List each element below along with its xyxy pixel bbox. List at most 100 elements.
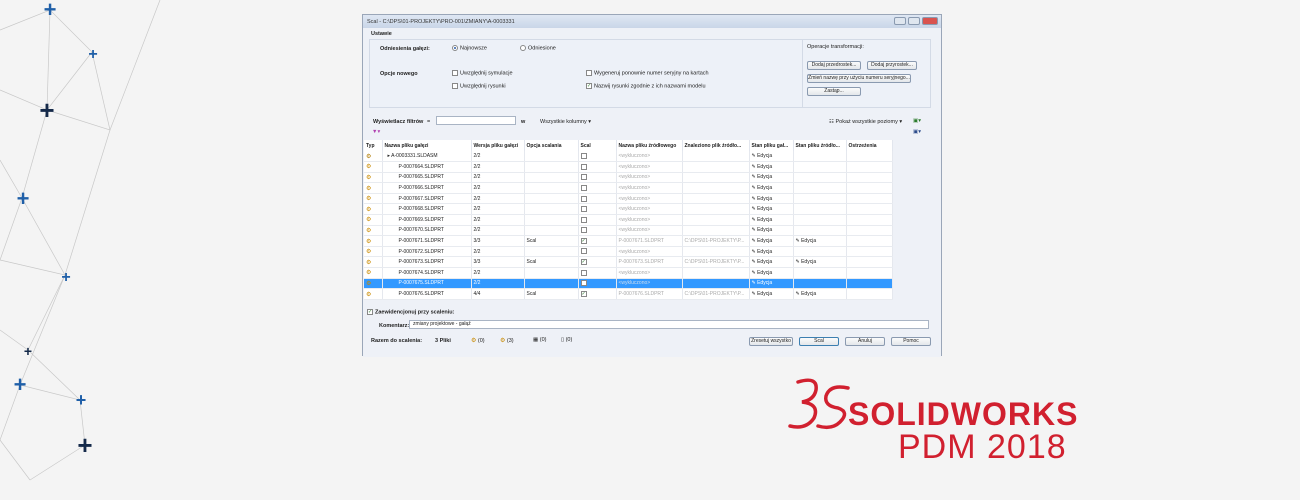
merge-checkbox[interactable] xyxy=(580,216,587,223)
state-cell: ✎ Edycja xyxy=(749,278,794,290)
filter-icon[interactable]: ▼▾ xyxy=(372,129,380,135)
replace-button[interactable]: Zastąp... xyxy=(807,87,861,96)
name-cell: P-0007668.SLDPRT xyxy=(382,203,472,216)
column-header[interactable]: Stan pliku źródło... xyxy=(793,140,847,151)
part-icon: ⚙ xyxy=(366,291,372,298)
add-prefix-button[interactable]: Dodaj przedrostek... xyxy=(807,61,861,70)
merge-checkbox[interactable] xyxy=(580,195,587,202)
state-label: Edycja xyxy=(757,195,773,202)
table-row[interactable]: ⚙ ▸ A-0003331.SLDASM 2/2 <wykluczono> ✎ Edyc… xyxy=(364,151,893,163)
merge-checkbox[interactable] xyxy=(580,227,587,234)
radio-latest[interactable]: Najnowsze xyxy=(452,45,487,51)
type-cell: ⚙ xyxy=(364,182,383,194)
reset-all-button[interactable]: Zresetuj wszystko xyxy=(749,337,793,346)
merge-checkbox[interactable] xyxy=(580,269,587,276)
radio-referenced[interactable]: Odniesione xyxy=(520,45,556,51)
column-header[interactable]: Opcja scalania xyxy=(524,140,579,151)
comment-input[interactable]: zmiany projektowe - gałąź xyxy=(409,320,929,329)
filter-input[interactable] xyxy=(436,116,516,125)
title-bar: Scal - C:\DPS\01-PROJEKTY\PRO-001\ZMIANY… xyxy=(363,15,941,28)
merge-checkbox[interactable] xyxy=(580,184,587,191)
state-cell: ✎ Edycja xyxy=(749,214,794,226)
column-header[interactable]: Nazwa pliku gałęzi xyxy=(382,140,472,151)
column-header[interactable]: Stan pliku gał... xyxy=(749,140,794,151)
help-button[interactable]: Pomoc xyxy=(891,337,931,346)
column-header[interactable]: Ostrzeżenia xyxy=(846,140,893,151)
table-row[interactable]: ⚙ P-0007672.SLDPRT 2/2 <wykluczono> ✎ Edycja xyxy=(364,246,893,258)
column-header[interactable]: Scal xyxy=(578,140,617,151)
table-row[interactable]: ⚙ P-0007675.SLDPRT 2/2 <wykluczono> ✎ Edycja xyxy=(364,278,893,290)
warnings-cell xyxy=(846,193,893,205)
save-icon[interactable]: ▣▾ xyxy=(913,129,921,135)
columns-dropdown[interactable]: Wszystkie kolumny ▾ xyxy=(540,119,591,125)
state-label: Edycja xyxy=(757,280,773,287)
name-drawings-checkbox[interactable]: ✓ Nazwij rysunki zgodnie z ich nazwami mo… xyxy=(586,83,706,89)
found-cell xyxy=(682,203,750,216)
checkin-checkbox[interactable]: ✓ Zaewidencjonuj przy scaleniu: xyxy=(367,309,454,315)
filter-in-label: w xyxy=(521,119,526,125)
state-label: Edycja xyxy=(757,227,773,234)
table-row[interactable]: ⚙ P-0007671.SLDPRT 3/3 Scal ✓ P-0007671.SLDPR… xyxy=(364,235,893,247)
part-icon: ⚙ xyxy=(366,259,372,266)
edit-state-icon: ✎ xyxy=(751,163,756,170)
merge-checkbox[interactable] xyxy=(580,163,587,170)
warnings-cell xyxy=(846,151,893,163)
merge-checkbox[interactable] xyxy=(580,152,587,159)
state-cell: ✎ Edycja xyxy=(749,193,794,205)
add-suffix-button[interactable]: Dodaj przyrostek... xyxy=(867,61,917,70)
merge-checkbox[interactable]: ✓ xyxy=(580,237,587,244)
table-row[interactable]: ⚙ P-0007664.SLDPRT 2/2 <wykluczono> ✎ Edycja xyxy=(364,161,893,173)
option-cell xyxy=(524,203,579,216)
table-row[interactable]: ⚙ P-0007669.SLDPRT 2/2 <wykluczono> ✎ Edycja xyxy=(364,214,893,226)
include-drawings-checkbox[interactable]: Uwzględnij rysunki xyxy=(452,83,506,89)
state-label: Edycja xyxy=(757,185,773,192)
merge-checkbox[interactable] xyxy=(580,280,587,287)
version-cell: 2/2 xyxy=(471,193,525,205)
table-row[interactable]: ⚙ P-0007674.SLDPRT 2/2 <wykluczono> ✎ Edycja xyxy=(364,267,893,279)
option-cell xyxy=(524,225,579,237)
version-cell: 2/2 xyxy=(471,161,525,173)
filter-operator[interactable]: = xyxy=(427,119,430,125)
minimize-button[interactable] xyxy=(894,17,906,25)
close-button[interactable] xyxy=(922,17,938,25)
merge-button[interactable]: Scal xyxy=(799,337,839,346)
count-value: (0) xyxy=(477,338,485,344)
include-sim-checkbox[interactable]: Uwzględnij symulacje xyxy=(452,70,513,76)
name-cell: P-0007671.SLDPRT xyxy=(382,235,472,247)
merge-checkbox[interactable]: ✓ xyxy=(580,290,587,297)
cancel-button[interactable]: Anuluj xyxy=(845,337,885,346)
merge-checkbox[interactable]: ✓ xyxy=(580,259,587,266)
state-cell: ✎ Edycja xyxy=(749,203,794,216)
name-cell: P-0007675.SLDPRT xyxy=(382,278,472,290)
maximize-button[interactable] xyxy=(908,17,920,25)
merge-checkbox[interactable] xyxy=(580,174,587,181)
state-cell: ✎ Edycja xyxy=(749,256,794,269)
radio-referenced-label: Odniesione xyxy=(528,45,556,52)
merge-checkbox[interactable] xyxy=(580,248,587,255)
table-row[interactable]: ⚙ P-0007670.SLDPRT 2/2 <wykluczono> ✎ Edycja xyxy=(364,225,893,237)
table-row[interactable]: ⚙ P-0007666.SLDPRT 2/2 <wykluczono> ✎ Edycja xyxy=(364,182,893,194)
svg-text:+: + xyxy=(76,390,87,410)
column-header[interactable]: Wersja pliku gałęzi xyxy=(471,140,525,151)
column-header[interactable]: Typ xyxy=(364,140,383,151)
table-row[interactable]: ⚙ P-0007673.SLDPRT 3/3 Scal ✓ P-0007673.SLDPR… xyxy=(364,256,893,269)
regen-serial-checkbox[interactable]: Wygeneruj ponownie numer seryjny na kart… xyxy=(586,70,709,76)
show-levels-dropdown[interactable]: ☷ Pokaż wszystkie poziomy ▾ xyxy=(829,119,902,125)
export-icon[interactable]: ▣▾ xyxy=(913,118,921,124)
version-cell: 2/2 xyxy=(471,172,525,184)
table-row[interactable]: ⚙ P-0007676.SLDPRT 4/4 Scal ✓ P-0007676.SLDPR… xyxy=(364,288,893,300)
option-cell: Scal xyxy=(524,288,579,300)
table-row[interactable]: ⚙ P-0007667.SLDPRT 2/2 <wykluczono> ✎ Edycja xyxy=(364,193,893,205)
column-header[interactable]: Znaleziono plik źródło... xyxy=(682,140,750,151)
source-state-label: Edycja xyxy=(801,291,817,298)
table-row[interactable]: ⚙ P-0007668.SLDPRT 2/2 <wykluczono> ✎ Edycja xyxy=(364,203,893,216)
rename-serial-button[interactable]: Zmień nazwę przy użyciu numeru seryjnego… xyxy=(807,74,911,83)
total-value: 3 Pliki xyxy=(435,338,451,344)
column-header[interactable]: Nazwa pliku źródłowego xyxy=(616,140,683,151)
merge-checkbox[interactable] xyxy=(580,206,587,213)
table-row[interactable]: ⚙ P-0007665.SLDPRT 2/2 <wykluczono> ✎ Edycja xyxy=(364,172,893,184)
source-state-cell xyxy=(793,151,847,163)
settings-header[interactable]: Ustawie xyxy=(371,31,392,37)
found-cell xyxy=(682,161,750,173)
edit-state-icon: ✎ xyxy=(751,153,756,160)
